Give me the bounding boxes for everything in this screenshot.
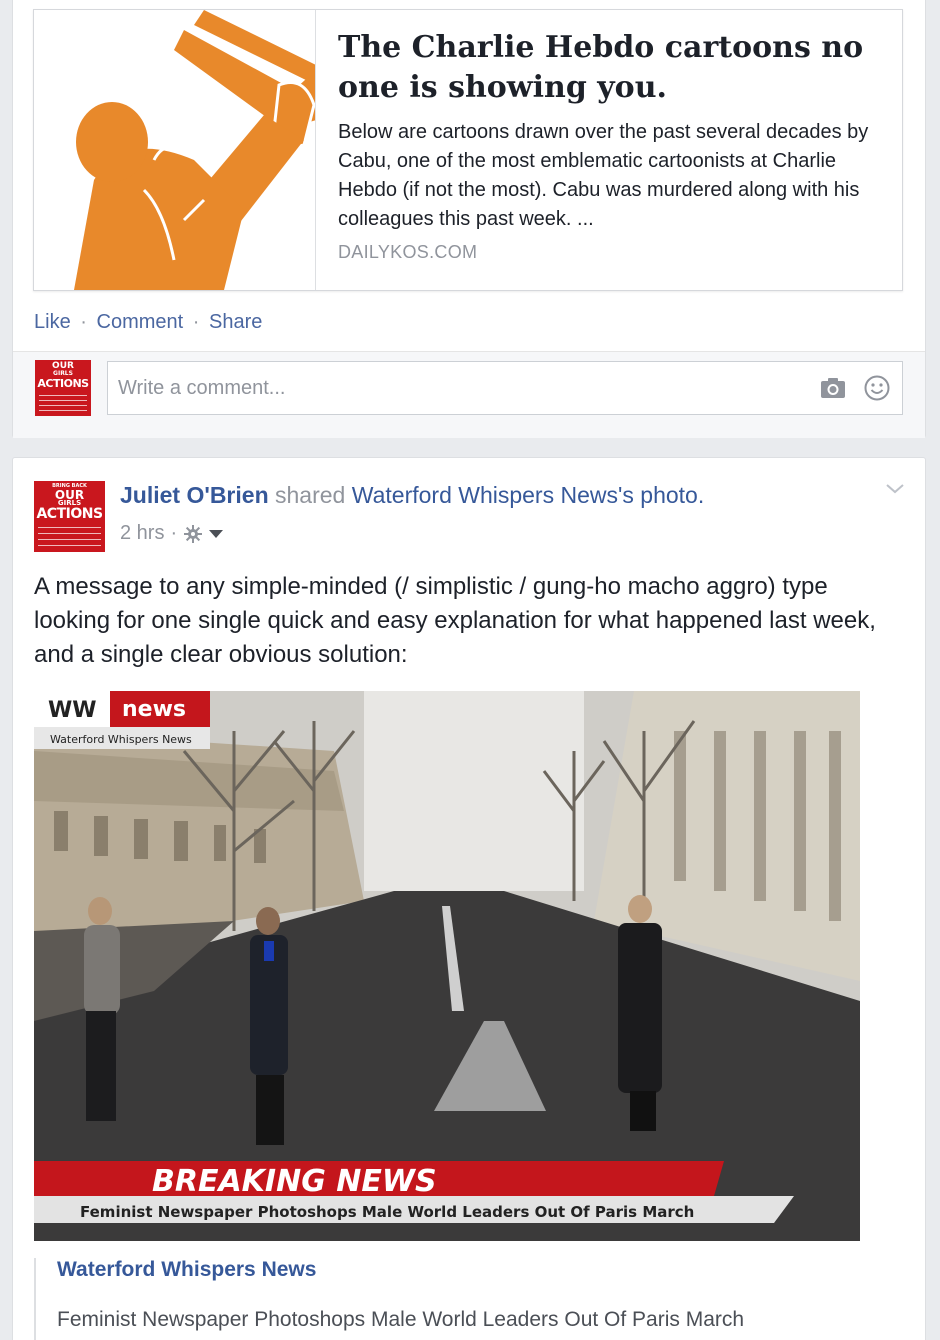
comment-link[interactable]: Comment — [97, 311, 184, 333]
caret-down-icon[interactable] — [207, 528, 225, 540]
avatar-line — [39, 400, 87, 401]
separator-dot: · — [80, 311, 87, 333]
emoji-icon[interactable] — [864, 375, 890, 401]
link-preview-title[interactable]: The Charlie Hebdo cartoons no one is sho… — [338, 28, 878, 108]
avatar-line — [38, 527, 101, 528]
avatar-line — [38, 539, 101, 540]
camera-icon[interactable] — [820, 377, 846, 399]
like-link[interactable]: Like — [34, 311, 71, 333]
link-preview-domain: DAILYKOS.COM — [338, 242, 478, 262]
comment-composer: OUR GIRLS ACTIONS Write a comment... — [13, 352, 925, 438]
avatar[interactable]: OUR GIRLS ACTIONS — [35, 360, 91, 416]
share-link[interactable]: Share — [209, 311, 262, 333]
post-card-2: BRING BACK OUR GIRLS ACTIONS Juliet O'Br… — [12, 457, 926, 1340]
post-photo[interactable]: WW news Waterford Whispers News BREAKING… — [34, 691, 860, 1241]
post-meta: 2 hrs · — [120, 522, 225, 545]
street-photo: WW news Waterford Whispers News BREAKING… — [34, 691, 860, 1241]
comment-placeholder: Write a comment... — [118, 377, 286, 399]
post-header: Juliet O'Brien shared Waterford Whispers… — [120, 482, 704, 509]
logo-ww-text: WW — [48, 698, 97, 723]
comment-input[interactable]: Write a comment... — [107, 361, 903, 415]
privacy-gear-icon[interactable] — [183, 524, 203, 544]
person-figure — [84, 897, 120, 1121]
avatar-line — [39, 395, 87, 396]
attachment-source-name[interactable]: Waterford Whispers News — [57, 1258, 316, 1282]
avatar-line — [38, 545, 101, 546]
link-preview-thumbnail[interactable] — [34, 10, 316, 290]
logo-news-text: news — [122, 697, 186, 722]
attachment[interactable]: Waterford Whispers News Feminist Newspap… — [34, 1258, 744, 1340]
shared-source-link[interactable]: Waterford Whispers News — [352, 482, 618, 508]
post-actions: Like · Comment · Share — [34, 311, 262, 334]
author-avatar[interactable]: BRING BACK OUR GIRLS ACTIONS — [34, 481, 105, 552]
link-preview-description: Below are cartoons drawn over the past s… — [338, 121, 869, 230]
chevron-down-icon[interactable] — [883, 482, 907, 496]
avatar-line — [39, 405, 87, 406]
link-preview[interactable]: The Charlie Hebdo cartoons no one is sho… — [33, 9, 903, 291]
shared-verb: shared — [275, 482, 346, 508]
post-body-text: A message to any simple-minded (/ simpli… — [34, 573, 876, 668]
separator-dot: · — [192, 311, 200, 333]
post-time[interactable]: 2 hrs — [120, 522, 164, 545]
avatar-line — [38, 533, 101, 534]
avatar-text-main: ACTIONS — [37, 377, 89, 390]
post-card-1: The Charlie Hebdo cartoons no one is sho… — [12, 0, 926, 438]
breaking-news-text: BREAKING NEWS — [152, 1164, 437, 1199]
separator-dot: · — [170, 522, 178, 544]
avatar-line — [39, 410, 87, 411]
ticker-text: Feminist Newspaper Photoshops Male World… — [80, 1203, 694, 1221]
orange-figure-illustration — [34, 10, 315, 290]
shared-suffix-link[interactable]: 's photo. — [618, 482, 704, 508]
attachment-headline: Feminist Newspaper Photoshops Male World… — [57, 1308, 745, 1331]
logo-sub-text: Waterford Whispers News — [50, 733, 192, 746]
avatar-text-main: ACTIONS — [36, 506, 103, 522]
author-name[interactable]: Juliet O'Brien — [120, 482, 269, 508]
